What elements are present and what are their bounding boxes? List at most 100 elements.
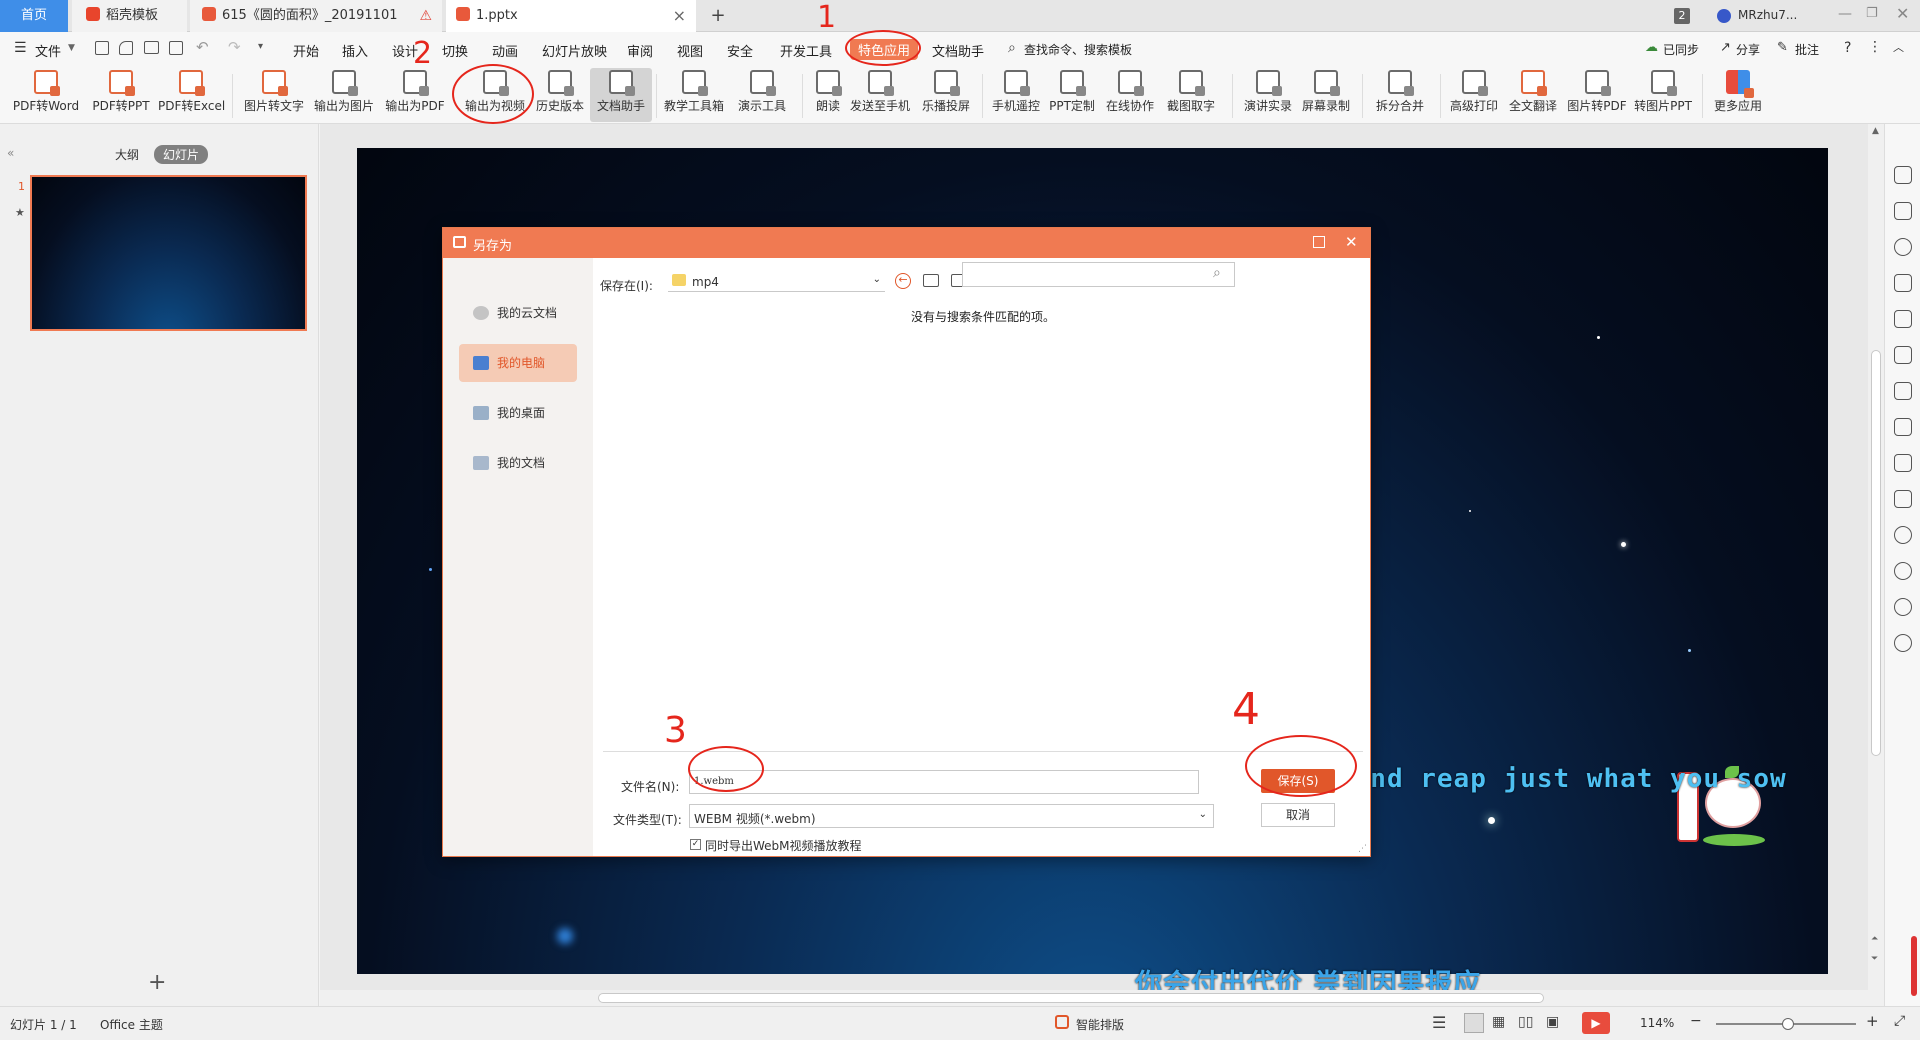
audio-icon[interactable] xyxy=(1894,526,1912,544)
add-slide-button[interactable]: + xyxy=(148,970,166,995)
menu-doc-assistant[interactable]: 文档助手 xyxy=(932,41,984,60)
menu-view[interactable]: 视图 xyxy=(677,41,703,60)
close-tab-icon[interactable]: × xyxy=(673,0,686,32)
scroll-thumb[interactable] xyxy=(1871,350,1881,756)
redo-icon[interactable]: ↷ xyxy=(228,38,241,56)
history-icon[interactable] xyxy=(1894,598,1912,616)
help-icon[interactable]: ? xyxy=(1844,40,1851,56)
vertical-scrollbar[interactable]: ▲ ⏶ ⏷ xyxy=(1868,124,1884,1006)
sorter-view-icon[interactable]: ▦ xyxy=(1492,1014,1505,1030)
tab-daoke-templates[interactable]: 稻壳模板 xyxy=(72,0,187,32)
screen-record-button[interactable]: 屏幕录制 xyxy=(1298,68,1354,122)
menu-start[interactable]: 开始 xyxy=(293,41,319,60)
tab-home[interactable]: 首页 xyxy=(0,0,68,32)
star-tool-icon[interactable] xyxy=(1894,166,1912,184)
cancel-button[interactable]: 取消 xyxy=(1261,803,1335,827)
select-tool-icon[interactable] xyxy=(1894,202,1912,220)
file-search-input[interactable] xyxy=(962,262,1235,287)
save-icon[interactable] xyxy=(95,41,109,55)
tab-1-pptx[interactable]: 1.pptx × xyxy=(446,0,696,32)
export-image-button[interactable]: 输出为图片 xyxy=(312,68,376,122)
menu-security[interactable]: 安全 xyxy=(727,41,753,60)
customize-icon[interactable]: ▾ xyxy=(258,41,263,52)
image-tool-icon[interactable] xyxy=(1894,382,1912,400)
phone-remote-button[interactable]: 手机遥控 xyxy=(988,68,1044,122)
collapse-pane-icon[interactable]: « xyxy=(7,146,14,160)
command-search[interactable]: 查找命令、搜索模板 xyxy=(1024,41,1132,58)
record-icon[interactable]: ▣ xyxy=(1546,1014,1559,1030)
slides-tab[interactable]: 幻灯片 xyxy=(154,145,209,164)
filetype-select[interactable]: WEBM 视频(*.webm) ⌄ xyxy=(689,804,1214,828)
cast-screen-button[interactable]: 乐播投屏 xyxy=(918,68,974,122)
normal-view-icon[interactable] xyxy=(1464,1013,1484,1033)
to-image-ppt-button[interactable]: 转图片PPT xyxy=(1632,68,1694,122)
up-folder-icon[interactable] xyxy=(923,274,939,287)
help-tool-icon[interactable] xyxy=(1894,634,1912,652)
image-to-text-button[interactable]: 图片转文字 xyxy=(242,68,306,122)
nav-my-documents[interactable]: 我的文档 xyxy=(459,444,577,482)
more-icon[interactable]: ⋮ xyxy=(1868,39,1882,55)
minimize-icon[interactable]: — xyxy=(1838,6,1852,22)
layout-grid-icon[interactable] xyxy=(1894,310,1912,328)
save-in-select[interactable]: mp4 ⌄ xyxy=(668,272,885,292)
pdf-to-word-button[interactable]: PDF转Word xyxy=(12,68,80,122)
pdf-to-ppt-button[interactable]: PDF转PPT xyxy=(90,68,152,122)
print-preview-icon[interactable] xyxy=(169,41,183,55)
chevron-down-icon[interactable]: ▼ xyxy=(68,43,75,53)
collapse-ribbon-icon[interactable]: ︿ xyxy=(1893,39,1904,55)
notes-icon[interactable]: ☰ xyxy=(1432,1013,1446,1032)
zoom-slider-thumb[interactable] xyxy=(1782,1018,1794,1030)
scroll-up-icon[interactable]: ▲ xyxy=(1872,126,1879,136)
split-merge-button[interactable]: 拆分合并 xyxy=(1368,68,1432,122)
zoom-level[interactable]: 114% xyxy=(1640,1016,1674,1030)
presentation-tools-button[interactable]: 演示工具 xyxy=(730,68,794,122)
menu-review[interactable]: 审阅 xyxy=(627,41,653,60)
zoom-in-icon[interactable]: + xyxy=(1866,1012,1879,1030)
nav-my-computer[interactable]: 我的电脑 xyxy=(459,344,577,382)
screenshot-ocr-button[interactable]: 截图取字 xyxy=(1160,68,1222,122)
reading-view-icon[interactable]: ▯▯ xyxy=(1518,1014,1533,1030)
send-to-phone-button[interactable]: 发送至手机 xyxy=(848,68,912,122)
zoom-slider[interactable] xyxy=(1716,1018,1856,1030)
speech-record-button[interactable]: 演讲实录 xyxy=(1240,68,1296,122)
undo-icon[interactable]: ↶ xyxy=(196,38,209,56)
ppt-custom-button[interactable]: PPT定制 xyxy=(1046,68,1098,122)
object-tool-icon[interactable] xyxy=(1894,274,1912,292)
close-window-icon[interactable]: ✕ xyxy=(1896,4,1909,23)
online-collab-button[interactable]: 在线协作 xyxy=(1102,68,1158,122)
nav-cloud-docs[interactable]: 我的云文档 xyxy=(459,294,577,332)
history-version-button[interactable]: 历史版本 xyxy=(532,68,588,122)
menu-developer[interactable]: 开发工具 xyxy=(780,41,832,60)
new-tab-icon[interactable]: + xyxy=(706,0,730,32)
window-count-badge[interactable]: 2 xyxy=(1674,8,1690,24)
smart-layout-button[interactable]: 智能排版 xyxy=(1076,1016,1124,1033)
teaching-toolbox-button[interactable]: 教学工具箱 xyxy=(662,68,726,122)
read-aloud-button[interactable]: 朗读 xyxy=(810,68,846,122)
account-name[interactable]: MRzhu7... xyxy=(1738,8,1797,22)
export-pdf-button[interactable]: 输出为PDF xyxy=(384,68,446,122)
menu-animation[interactable]: 动画 xyxy=(492,41,518,60)
copy-format-icon[interactable] xyxy=(119,41,133,55)
menu-transition[interactable]: 切换 xyxy=(442,41,468,60)
dialog-close-icon[interactable]: ✕ xyxy=(1345,233,1358,251)
slide-thumbnail[interactable] xyxy=(30,175,307,331)
adjust-icon[interactable] xyxy=(1894,346,1912,364)
back-icon[interactable]: ← xyxy=(895,273,911,289)
more-apps-button[interactable]: 更多应用 xyxy=(1710,68,1766,122)
theme-name[interactable]: Office 主题 xyxy=(100,1016,163,1033)
archive-icon[interactable] xyxy=(1894,454,1912,472)
h-scroll-thumb[interactable] xyxy=(598,993,1544,1003)
next-slide-icon[interactable]: ⏷ xyxy=(1871,954,1878,964)
print-icon[interactable] xyxy=(144,41,159,54)
horizontal-scrollbar[interactable] xyxy=(320,990,1868,1006)
maximize-icon[interactable]: ❐ xyxy=(1866,6,1878,21)
translate-button[interactable]: 全文翻译 xyxy=(1504,68,1562,122)
account-avatar[interactable] xyxy=(1717,9,1731,23)
advanced-print-button[interactable]: 高级打印 xyxy=(1448,68,1500,122)
fit-window-icon[interactable]: ⤢ xyxy=(1894,1013,1905,1029)
picture-icon[interactable] xyxy=(1894,490,1912,508)
search-icon[interactable]: ⌕ xyxy=(1213,265,1221,281)
dialog-maximize-icon[interactable] xyxy=(1313,236,1325,248)
security-icon[interactable] xyxy=(1894,562,1912,580)
file-menu[interactable]: 文件 xyxy=(35,41,61,60)
